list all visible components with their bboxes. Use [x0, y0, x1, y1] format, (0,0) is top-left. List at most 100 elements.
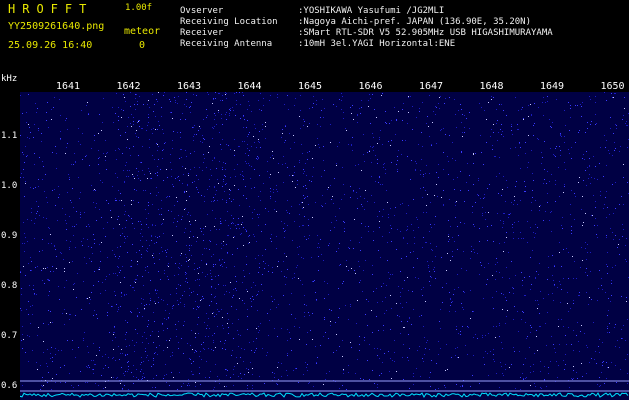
noise-pixel	[468, 327, 469, 328]
noise-pixel	[56, 153, 57, 154]
noise-pixel	[556, 146, 557, 147]
noise-pixel	[30, 270, 31, 271]
noise-pixel	[434, 271, 435, 272]
noise-pixel	[150, 280, 151, 281]
noise-pixel	[254, 236, 255, 237]
noise-pixel	[176, 336, 177, 337]
noise-pixel	[346, 389, 347, 390]
noise-pixel	[87, 239, 88, 240]
noise-pixel	[117, 266, 118, 267]
noise-pixel	[221, 243, 222, 244]
noise-pixel	[175, 102, 176, 103]
noise-pixel	[606, 237, 607, 238]
noise-pixel	[626, 125, 627, 126]
noise-pixel	[158, 159, 159, 160]
noise-pixel	[336, 350, 337, 351]
noise-pixel	[456, 329, 457, 330]
noise-pixel	[528, 105, 529, 106]
noise-pixel	[390, 358, 391, 359]
noise-pixel	[461, 268, 462, 269]
noise-pixel	[190, 215, 191, 216]
noise-pixel	[118, 190, 119, 191]
noise-pixel	[555, 156, 556, 157]
noise-pixel	[139, 312, 140, 313]
noise-pixel	[241, 224, 242, 225]
x-tick-label: 1648	[479, 81, 504, 92]
noise-pixel	[394, 361, 395, 362]
noise-pixel	[137, 316, 138, 317]
noise-pixel	[355, 373, 356, 374]
noise-pixel	[597, 300, 598, 301]
noise-pixel	[185, 272, 186, 273]
noise-pixel	[595, 96, 596, 97]
noise-pixel	[41, 133, 42, 134]
noise-pixel	[134, 281, 135, 282]
noise-pixel	[390, 274, 391, 275]
noise-pixel	[63, 259, 64, 260]
noise-pixel	[596, 234, 597, 235]
noise-pixel	[162, 223, 163, 224]
noise-pixel	[457, 177, 458, 178]
noise-pixel	[190, 153, 191, 154]
noise-pixel	[189, 358, 190, 359]
noise-pixel	[125, 101, 126, 102]
noise-pixel	[152, 255, 153, 256]
noise-pixel	[261, 284, 262, 285]
noise-pixel	[238, 146, 239, 147]
noise-pixel	[181, 149, 182, 150]
noise-pixel	[138, 120, 139, 121]
noise-pixel	[78, 141, 79, 142]
noise-pixel	[249, 342, 250, 343]
noise-pixel	[234, 155, 235, 156]
noise-pixel	[231, 201, 232, 202]
noise-pixel	[576, 372, 577, 373]
noise-pixel	[615, 93, 616, 94]
noise-pixel	[203, 162, 204, 163]
noise-pixel	[151, 178, 152, 179]
noise-pixel	[467, 354, 468, 355]
noise-pixel	[93, 315, 94, 316]
noise-pixel	[308, 225, 309, 226]
noise-pixel	[374, 109, 375, 110]
noise-pixel	[133, 383, 134, 384]
noise-pixel	[249, 206, 250, 207]
noise-pixel	[101, 375, 102, 376]
noise-pixel	[132, 174, 133, 175]
noise-pixel	[133, 176, 134, 177]
noise-pixel	[530, 257, 531, 258]
noise-pixel	[220, 223, 221, 224]
noise-pixel	[94, 271, 95, 272]
noise-pixel	[162, 150, 163, 151]
noise-pixel	[343, 112, 344, 113]
x-tick-label: 1642	[116, 81, 141, 92]
noise-pixel	[454, 99, 455, 100]
noise-pixel	[439, 108, 440, 109]
noise-pixel	[582, 260, 583, 261]
noise-pixel	[621, 329, 622, 330]
noise-pixel	[155, 289, 156, 290]
noise-pixel	[22, 152, 23, 153]
noise-pixel	[612, 232, 613, 233]
noise-pixel	[392, 360, 393, 361]
noise-pixel	[429, 231, 430, 232]
noise-pixel	[229, 189, 230, 190]
noise-pixel	[187, 185, 188, 186]
noise-pixel	[226, 202, 227, 203]
noise-pixel	[381, 373, 382, 374]
noise-pixel	[232, 107, 233, 108]
noise-pixel	[38, 186, 39, 187]
noise-pixel	[391, 120, 392, 121]
noise-pixel	[293, 135, 294, 136]
y-tick-label: 0.9	[1, 231, 18, 241]
noise-pixel	[467, 163, 468, 164]
noise-pixel	[149, 139, 150, 140]
noise-pixel	[304, 121, 305, 122]
noise-pixel	[202, 254, 203, 255]
noise-pixel	[75, 247, 76, 248]
noise-pixel	[379, 358, 380, 359]
noise-pixel	[124, 294, 125, 295]
noise-pixel	[265, 263, 266, 264]
noise-pixel	[371, 195, 372, 196]
noise-pixel	[382, 216, 383, 217]
noise-pixel	[417, 350, 418, 351]
